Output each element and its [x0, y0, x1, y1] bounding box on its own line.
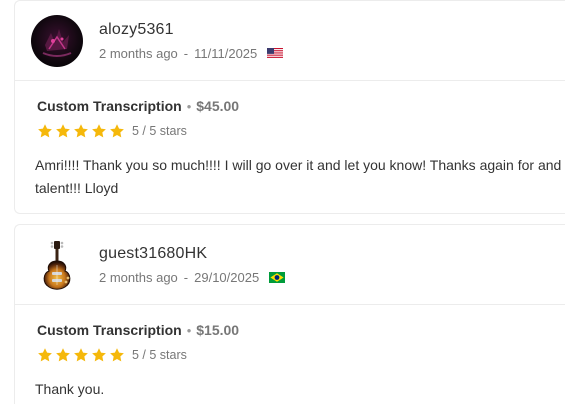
review-header: alozy5361 2 months ago - 11/11/2025 — [15, 1, 565, 81]
star-icon — [74, 348, 88, 362]
service-line: Custom Transcription • $15.00 — [37, 322, 239, 338]
star-icon — [110, 348, 124, 362]
review-meta: 2 months ago - 11/11/2025 — [99, 46, 284, 61]
star-icon — [38, 348, 52, 362]
review-card: guest31680HK 2 months ago - 29/10/2025 C… — [14, 224, 565, 404]
time-ago: 2 months ago — [99, 270, 178, 285]
time-ago: 2 months ago — [99, 46, 178, 61]
review-meta: 2 months ago - 29/10/2025 — [99, 270, 286, 285]
meta-separator: - — [183, 270, 189, 285]
rating: 5 / 5 stars — [37, 123, 187, 139]
rating: 5 / 5 stars — [37, 347, 187, 363]
separator-dot: • — [186, 98, 192, 114]
service-price: $15.00 — [196, 322, 240, 338]
brazil-flag-icon — [269, 272, 286, 283]
star-icon — [38, 124, 52, 138]
service-line: Custom Transcription • $45.00 — [37, 98, 239, 114]
service-price: $45.00 — [196, 98, 240, 114]
review-date: 11/11/2025 — [194, 46, 258, 61]
avatar[interactable] — [31, 239, 83, 291]
username[interactable]: guest31680HK — [99, 245, 207, 263]
review-card: alozy5361 2 months ago - 11/11/2025 Cust… — [14, 0, 565, 214]
avatar[interactable] — [31, 15, 83, 67]
separator-dot: • — [186, 322, 192, 338]
star-icon — [56, 348, 70, 362]
rating-text: 5 / 5 stars — [132, 124, 187, 138]
username[interactable]: alozy5361 — [99, 21, 174, 39]
star-icon — [110, 124, 124, 138]
star-icon — [92, 348, 106, 362]
review-date: 29/10/2025 — [194, 270, 260, 285]
us-flag-icon — [267, 48, 284, 59]
reviews-page: alozy5361 2 months ago - 11/11/2025 Cust… — [0, 0, 565, 404]
review-header: guest31680HK 2 months ago - 29/10/2025 — [15, 225, 565, 305]
service-name: Custom Transcription — [37, 98, 182, 114]
star-icon — [92, 124, 106, 138]
service-name: Custom Transcription — [37, 322, 182, 338]
star-icon — [56, 124, 70, 138]
meta-separator: - — [183, 46, 189, 61]
review-comment: Thank you. — [35, 381, 105, 397]
review-comment: Amri!!!! Thank you so much!!!! I will go… — [35, 157, 562, 196]
star-icon — [74, 124, 88, 138]
rating-text: 5 / 5 stars — [132, 348, 187, 362]
